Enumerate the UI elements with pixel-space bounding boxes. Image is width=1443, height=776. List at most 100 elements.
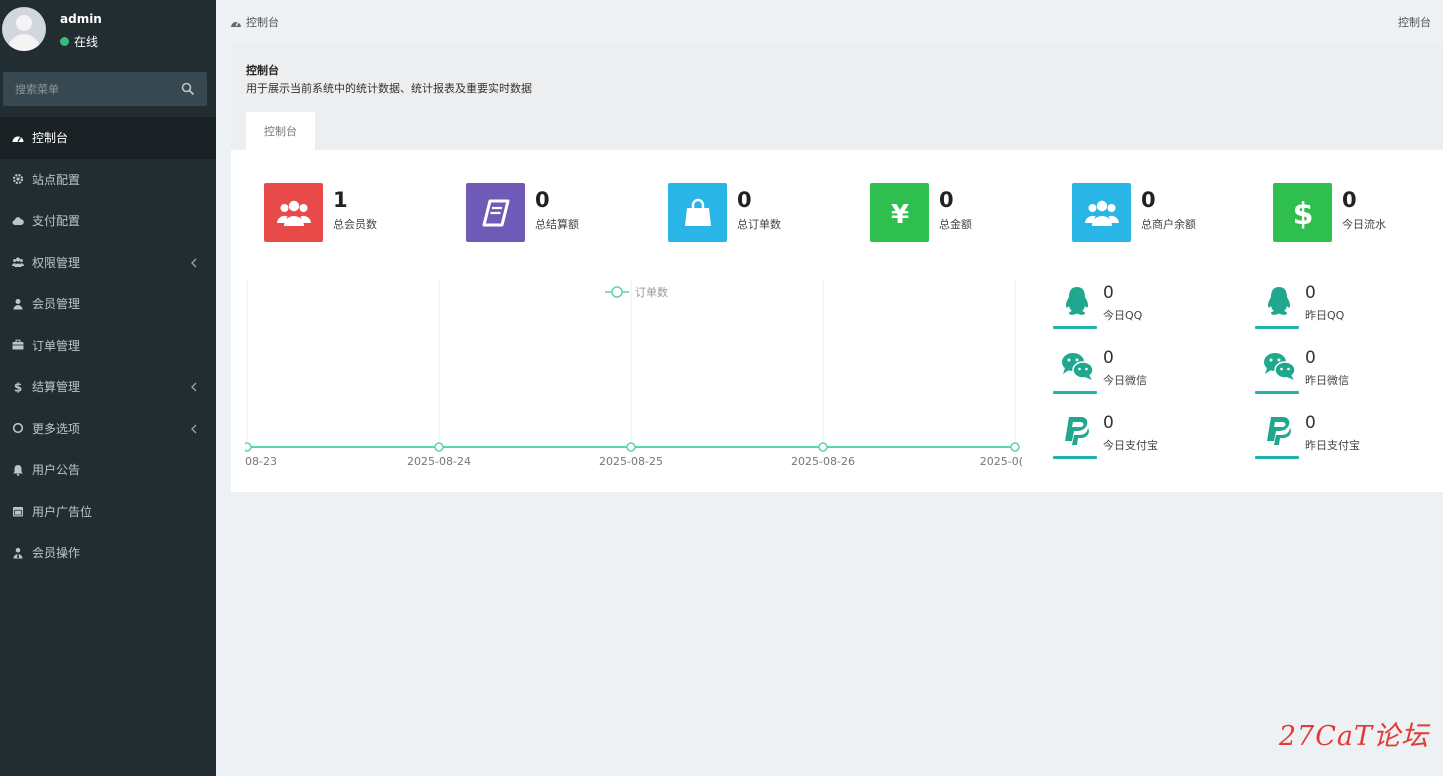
- dashboard-icon: [231, 21, 241, 27]
- payment-stat-value: 0: [1305, 413, 1316, 433]
- paypal-icon: [1261, 415, 1297, 447]
- dollar-icon: $: [12, 381, 24, 393]
- payment-stat: 0 今日微信: [1053, 345, 1243, 405]
- page-description: 用于展示当前系统中的统计数据、统计报表及重要实时数据: [246, 82, 532, 95]
- users-icon: [12, 256, 24, 268]
- tab-dashboard[interactable]: 控制台: [246, 112, 315, 150]
- sidebar-item-3[interactable]: 权限管理: [0, 242, 216, 284]
- sidebar: admin 在线 控制台站点配置支付配置权限管理会员管理订单管理 $ 结算管理更多选…: [0, 0, 216, 776]
- sidebar-item-label: 支付配置: [32, 214, 81, 229]
- payment-stat-label: 今日QQ: [1103, 309, 1143, 322]
- stat-value: 1: [333, 188, 348, 212]
- stat-label: 今日流水: [1342, 218, 1386, 231]
- calendar-icon: [12, 505, 24, 517]
- stat-card: ¥ 0 总金额: [870, 183, 972, 243]
- sidebar-item-2[interactable]: 支付配置: [0, 200, 216, 242]
- payment-stat-label: 今日微信: [1103, 374, 1147, 387]
- search-input[interactable]: [3, 72, 173, 106]
- topbar: 控制台 控制台: [216, 0, 1443, 44]
- chevron-left-icon: [190, 381, 198, 392]
- stat-card: 0 总商户余额: [1072, 183, 1196, 243]
- sidebar-item-label: 权限管理: [32, 255, 81, 270]
- wechat-icon: [1059, 350, 1095, 382]
- breadcrumb: 控制台: [230, 14, 279, 30]
- payment-stat: 0 今日支付宝: [1053, 410, 1243, 470]
- sidebar-item-4[interactable]: 会员管理: [0, 283, 216, 325]
- stat-value: 0: [737, 188, 752, 212]
- sidebar-item-label: 控制台: [32, 131, 69, 146]
- sidebar-item-8[interactable]: 用户公告: [0, 449, 216, 491]
- stat-card: 1 总会员数: [264, 183, 377, 243]
- stat-card: $ 0 今日流水: [1273, 183, 1386, 243]
- chart-tick-label: 2025-08-25: [599, 455, 663, 468]
- chart-tick-label: 08-23: [245, 455, 277, 468]
- sidebar-item-10[interactable]: 会员操作: [0, 532, 216, 574]
- online-dot-icon: [60, 37, 69, 46]
- sidebar-item-label: 用户公告: [32, 463, 81, 478]
- chart-tick-label: 2025-08-26: [791, 455, 855, 468]
- stat-underline: [1053, 326, 1097, 329]
- sidebar-item-label: 更多选项: [32, 421, 81, 436]
- sidebar-item-label: 站点配置: [32, 172, 81, 187]
- sidebar-item-1[interactable]: 站点配置: [0, 159, 216, 201]
- stat-label: 总订单数: [737, 218, 781, 231]
- qq-icon: [1059, 285, 1095, 317]
- stat-label: 总金额: [939, 218, 972, 231]
- stat-underline: [1255, 456, 1299, 459]
- bell-icon: [12, 464, 24, 476]
- search-icon[interactable]: [181, 82, 195, 96]
- users-icon: [264, 183, 323, 242]
- chart-point: [626, 442, 636, 452]
- sidebar-item-5[interactable]: 订单管理: [0, 325, 216, 367]
- panel-header: 控制台 用于展示当前系统中的统计数据、统计报表及重要实时数据 控制台: [231, 44, 1443, 150]
- users-icon: [1072, 183, 1131, 242]
- sidebar-item-7[interactable]: 更多选项: [0, 408, 216, 450]
- sidebar-item-label: 用户广告位: [32, 504, 93, 519]
- menu-search: [3, 72, 207, 106]
- payment-stat: 0 今日QQ: [1053, 280, 1243, 340]
- stat-value: 0: [535, 188, 550, 212]
- dashboard-panel: 控制台 用于展示当前系统中的统计数据、统计报表及重要实时数据 控制台 1 总会员…: [231, 44, 1443, 492]
- stat-card: 0 总订单数: [668, 183, 781, 243]
- payment-stat: 0 昨日微信: [1255, 345, 1443, 405]
- orders-chart: 08-23 2025-08-24 2025-08-25 2025-08-26 2025-…: [245, 280, 1025, 480]
- avatar[interactable]: [2, 7, 46, 51]
- dollar-icon: $: [1273, 183, 1332, 242]
- wechat-icon: [1261, 350, 1297, 382]
- qq-icon: [1261, 285, 1297, 317]
- chart-tick-label: 2025-08-24: [407, 455, 471, 468]
- payment-stat-value: 0: [1305, 283, 1316, 303]
- svg-text:$: $: [14, 381, 22, 393]
- payment-stat: 0 昨日支付宝: [1255, 410, 1443, 470]
- stat-value: 0: [1141, 188, 1156, 212]
- sidebar-item-label: 订单管理: [32, 338, 81, 353]
- stat-card: 0 总结算额: [466, 183, 579, 243]
- gear-icon: [12, 173, 24, 185]
- sidebar-item-0[interactable]: 控制台: [0, 117, 216, 159]
- payment-stat-value: 0: [1103, 348, 1114, 368]
- user-status: 在线: [60, 33, 98, 50]
- shopping-bag-icon: [668, 183, 727, 242]
- stat-value: 0: [1342, 188, 1357, 212]
- chart-point: [434, 442, 444, 452]
- sidebar-item-6[interactable]: $ 结算管理: [0, 366, 216, 408]
- sidebar-item-9[interactable]: 用户广告位: [0, 491, 216, 533]
- svg-text:¥: ¥: [890, 200, 908, 228]
- chevron-left-icon: [190, 423, 198, 433]
- sidebar-menu: 控制台站点配置支付配置权限管理会员管理订单管理 $ 结算管理更多选项用户公告用户广告…: [0, 117, 216, 574]
- stat-underline: [1053, 391, 1097, 394]
- yen-icon: ¥: [870, 183, 929, 242]
- breadcrumb-current[interactable]: 控制台: [246, 14, 279, 30]
- chart-point: [245, 442, 252, 452]
- payment-stat-value: 0: [1305, 348, 1316, 368]
- stat-underline: [1255, 391, 1299, 394]
- chart-point: [818, 442, 828, 452]
- dashboard-icon: [12, 132, 24, 144]
- circle-icon: [12, 422, 24, 434]
- stat-label: 总结算额: [535, 218, 579, 231]
- breadcrumb-right[interactable]: 控制台: [1398, 14, 1431, 30]
- paypal-icon: [1059, 415, 1095, 447]
- chart-legend-marker: [611, 286, 623, 298]
- svg-text:$: $: [1292, 197, 1313, 230]
- user-status-text: 在线: [74, 35, 99, 49]
